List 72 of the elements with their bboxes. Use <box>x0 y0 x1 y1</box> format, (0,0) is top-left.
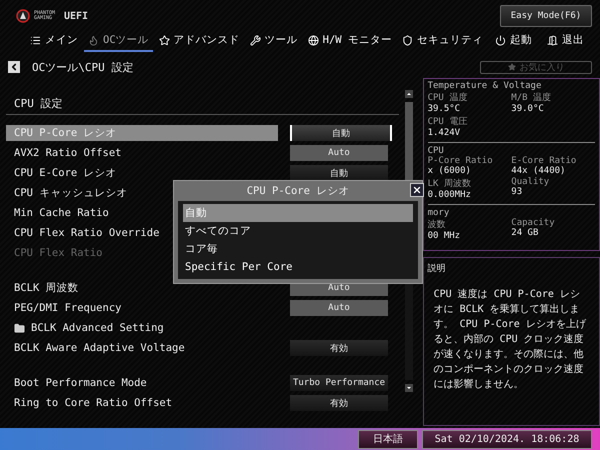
monitor-label: P-Core Ratio <box>428 156 494 166</box>
power-icon <box>495 34 506 46</box>
menu-tab[interactable]: メイン <box>26 30 82 52</box>
shield-icon <box>402 34 413 46</box>
easy-mode-button[interactable]: Easy Mode(F6) <box>500 5 592 27</box>
description-heading: 説明 <box>428 262 447 275</box>
monitor-value: 24 GB <box>511 228 540 238</box>
menu-tab[interactable]: 起動 <box>488 30 538 52</box>
star-icon <box>158 34 170 46</box>
setting-value[interactable]: 自動 <box>290 125 392 141</box>
setting-value[interactable]: 有効 <box>290 395 388 411</box>
dialog-option[interactable]: すべてのコア <box>183 222 413 240</box>
breadcrumb: OCツール\CPU 設定 <box>32 60 134 74</box>
flame-icon <box>88 34 99 46</box>
close-button[interactable] <box>410 183 424 197</box>
setting-value[interactable]: Turbo Performance <box>290 375 388 391</box>
list-icon <box>30 34 41 46</box>
monitor-label: M/B 温度 <box>511 92 552 104</box>
setting-item[interactable]: BCLK 周波数 <box>6 280 278 296</box>
menu-tab[interactable]: H/W モニター <box>304 30 396 52</box>
setting-value[interactable]: 自動 <box>290 165 388 181</box>
monitor-label: Quality <box>511 177 550 187</box>
setting-item[interactable]: AVX2 Ratio Offset <box>6 145 278 161</box>
monitor-heading: Temperature & Voltage <box>428 81 542 91</box>
setting-value[interactable]: 有効 <box>290 340 388 356</box>
monitor-value: 93 <box>511 187 524 197</box>
monitor-value: 0.000MHz <box>428 190 472 200</box>
setting-item[interactable]: BCLK Advanced Setting <box>6 320 278 336</box>
description-text: CPU 速度は CPU P-Core レシオに BCLK を乗算して算出します。 CPU P-Core レシオを上げると、内部の CPU クロック速度が速くなります。その際には、他のコンポーネントのクロック速度には影響しません。 <box>434 288 587 392</box>
menu-tab[interactable]: セキュリティ <box>398 30 487 52</box>
monitor-value: 39.5°C <box>428 104 462 114</box>
product-name: UEFI <box>64 10 88 22</box>
logo-icon <box>16 9 30 23</box>
setting-item[interactable]: Ring to Core Ratio Offset <box>6 395 278 411</box>
language-button[interactable]: 日本語 <box>358 430 418 448</box>
scroll-up-icon <box>404 90 413 98</box>
menu-tab[interactable]: 退出 <box>540 30 590 52</box>
setting-value[interactable]: Auto <box>290 300 388 316</box>
monitor-value: 44x (4400) <box>511 166 566 176</box>
menu-tab[interactable]: OCツール <box>84 30 153 52</box>
globe-icon <box>308 34 319 46</box>
wrench-icon <box>250 34 261 46</box>
section-title: CPU 設定 <box>14 97 62 110</box>
back-button[interactable] <box>8 61 20 73</box>
monitor-heading: mory <box>428 208 450 218</box>
door-icon <box>546 34 558 46</box>
setting-value[interactable]: Auto <box>290 145 388 161</box>
monitor-label: 波数 <box>428 218 447 231</box>
star-icon <box>508 63 516 71</box>
monitor-value: x (6000) <box>428 166 472 176</box>
setting-item[interactable]: CPU E-Core レシオ <box>6 165 278 181</box>
menu-tab[interactable]: ツール <box>246 30 302 52</box>
close-icon <box>412 185 422 195</box>
monitor-label: CPU 温度 <box>428 92 468 104</box>
monitor-label: LK 周波数 <box>428 178 472 190</box>
monitor-value: 1.424V <box>428 128 462 138</box>
setting-item[interactable]: PEG/DMI Frequency <box>6 300 278 316</box>
monitor-label: E-Core Ratio <box>511 156 578 166</box>
folder-icon <box>14 322 25 334</box>
scroll-down-icon <box>404 384 413 392</box>
dialog-option[interactable]: コア毎 <box>183 240 413 258</box>
monitor-label: Capacity <box>511 218 556 228</box>
monitor-label: CPU 電圧 <box>428 116 468 128</box>
dialog-title: CPU P-Core レシオ <box>246 184 350 198</box>
setting-item[interactable]: Boot Performance Mode <box>6 375 278 391</box>
date-time: Sat 02/10/2024. 18:06:28 <box>422 430 592 448</box>
dialog-option[interactable]: Specific Per Core <box>183 258 413 276</box>
monitor-value: 00 MHz <box>428 231 462 241</box>
monitor-value: 39.0°C <box>511 104 545 114</box>
menu-tab[interactable]: アドバンスド <box>154 30 244 52</box>
setting-item[interactable]: BCLK Aware Adaptive Voltage <box>6 340 278 356</box>
monitor-heading: CPU <box>428 146 445 156</box>
